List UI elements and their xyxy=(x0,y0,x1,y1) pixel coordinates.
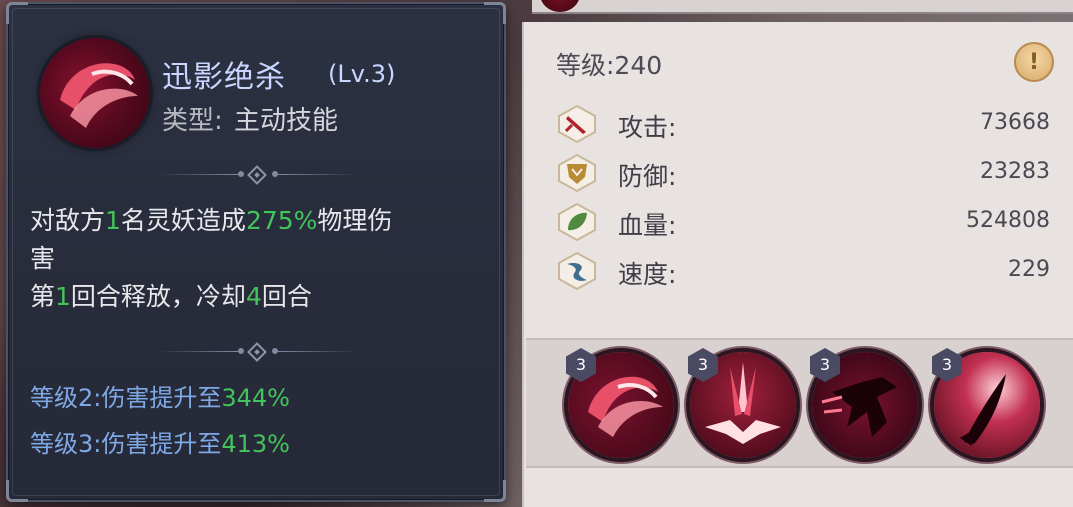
defense-value: 23283 xyxy=(980,159,1050,184)
divider xyxy=(158,342,358,362)
stat-row-speed: 速度: 229 xyxy=(556,251,1056,291)
exclamation-icon: ! xyxy=(1028,49,1040,75)
desc-text: 对敌方 xyxy=(30,206,106,235)
skill-description: 对敌方1名灵妖造成275%物理伤 害 第1回合释放，冷却4回合 xyxy=(30,202,490,316)
target-count: 1 xyxy=(105,206,121,235)
slash-swirl-icon xyxy=(60,63,138,128)
attack-label: 攻击: xyxy=(618,113,677,142)
skill-level: (Lv.3) xyxy=(328,60,396,88)
corner-ornament xyxy=(484,480,506,502)
hp-label: 血量: xyxy=(618,211,677,240)
desc-line-2: 害 xyxy=(30,244,56,273)
cast-round: 1 xyxy=(55,282,71,311)
desc-text: 物理伤 xyxy=(317,206,393,235)
cooldown-rounds: 4 xyxy=(245,282,262,311)
desc-text: 回合释放，冷却 xyxy=(70,282,246,311)
skill-large-icon xyxy=(40,38,150,148)
attack-value: 73668 xyxy=(980,110,1050,135)
desc-line-1: 对敌方1名灵妖造成275%物理伤 xyxy=(30,202,490,240)
wind-icon xyxy=(558,251,596,291)
sword-icon xyxy=(558,104,596,144)
skill-type-label: 类型: xyxy=(162,106,223,136)
desc-text: 名灵妖造成 xyxy=(120,206,246,235)
diamond-ornament-icon xyxy=(247,342,267,362)
diamond-ornament-icon xyxy=(247,165,267,185)
speed-value: 229 xyxy=(1008,257,1050,282)
upgrade-label: 等级3:伤害提升至 xyxy=(30,430,222,458)
upgrade-level-3: 等级3:伤害提升至413% xyxy=(30,424,290,459)
leaf-icon xyxy=(558,202,596,242)
upgrade-value: 413% xyxy=(221,430,290,458)
info-button[interactable]: ! xyxy=(1014,42,1054,82)
defense-label: 防御: xyxy=(618,162,677,191)
corner-ornament xyxy=(6,480,28,502)
skill-tooltip: 迅影绝杀 (Lv.3) 类型: 主动技能 对敌方1名灵妖造成275%物理伤 害 … xyxy=(6,2,506,502)
stat-row-defense: 防御: 23283 xyxy=(556,153,1056,193)
desc-text: 第 xyxy=(30,282,56,311)
stat-row-attack: 攻击: 73668 xyxy=(556,104,1056,144)
skill-type-value: 主动技能 xyxy=(234,106,339,136)
hp-value: 524808 xyxy=(966,208,1050,233)
desc-line-3: 第1回合释放，冷却4回合 xyxy=(30,278,490,316)
desc-text: 回合 xyxy=(261,282,312,311)
shield-icon xyxy=(558,153,596,193)
skill-name: 迅影绝杀 xyxy=(162,60,286,95)
character-header-strip xyxy=(532,0,1073,14)
divider xyxy=(158,165,358,185)
corner-ornament xyxy=(6,2,28,24)
stat-row-hp: 血量: 524808 xyxy=(556,202,1056,242)
speed-label: 速度: xyxy=(618,260,677,289)
upgrade-label: 等级2:伤害提升至 xyxy=(30,384,222,412)
upgrade-level-2: 等级2:伤害提升至344% xyxy=(30,378,290,413)
damage-percent: 275% xyxy=(245,206,318,235)
character-level: 等级:240 xyxy=(556,51,663,80)
upgrade-value: 344% xyxy=(221,384,290,412)
corner-ornament xyxy=(484,2,506,24)
